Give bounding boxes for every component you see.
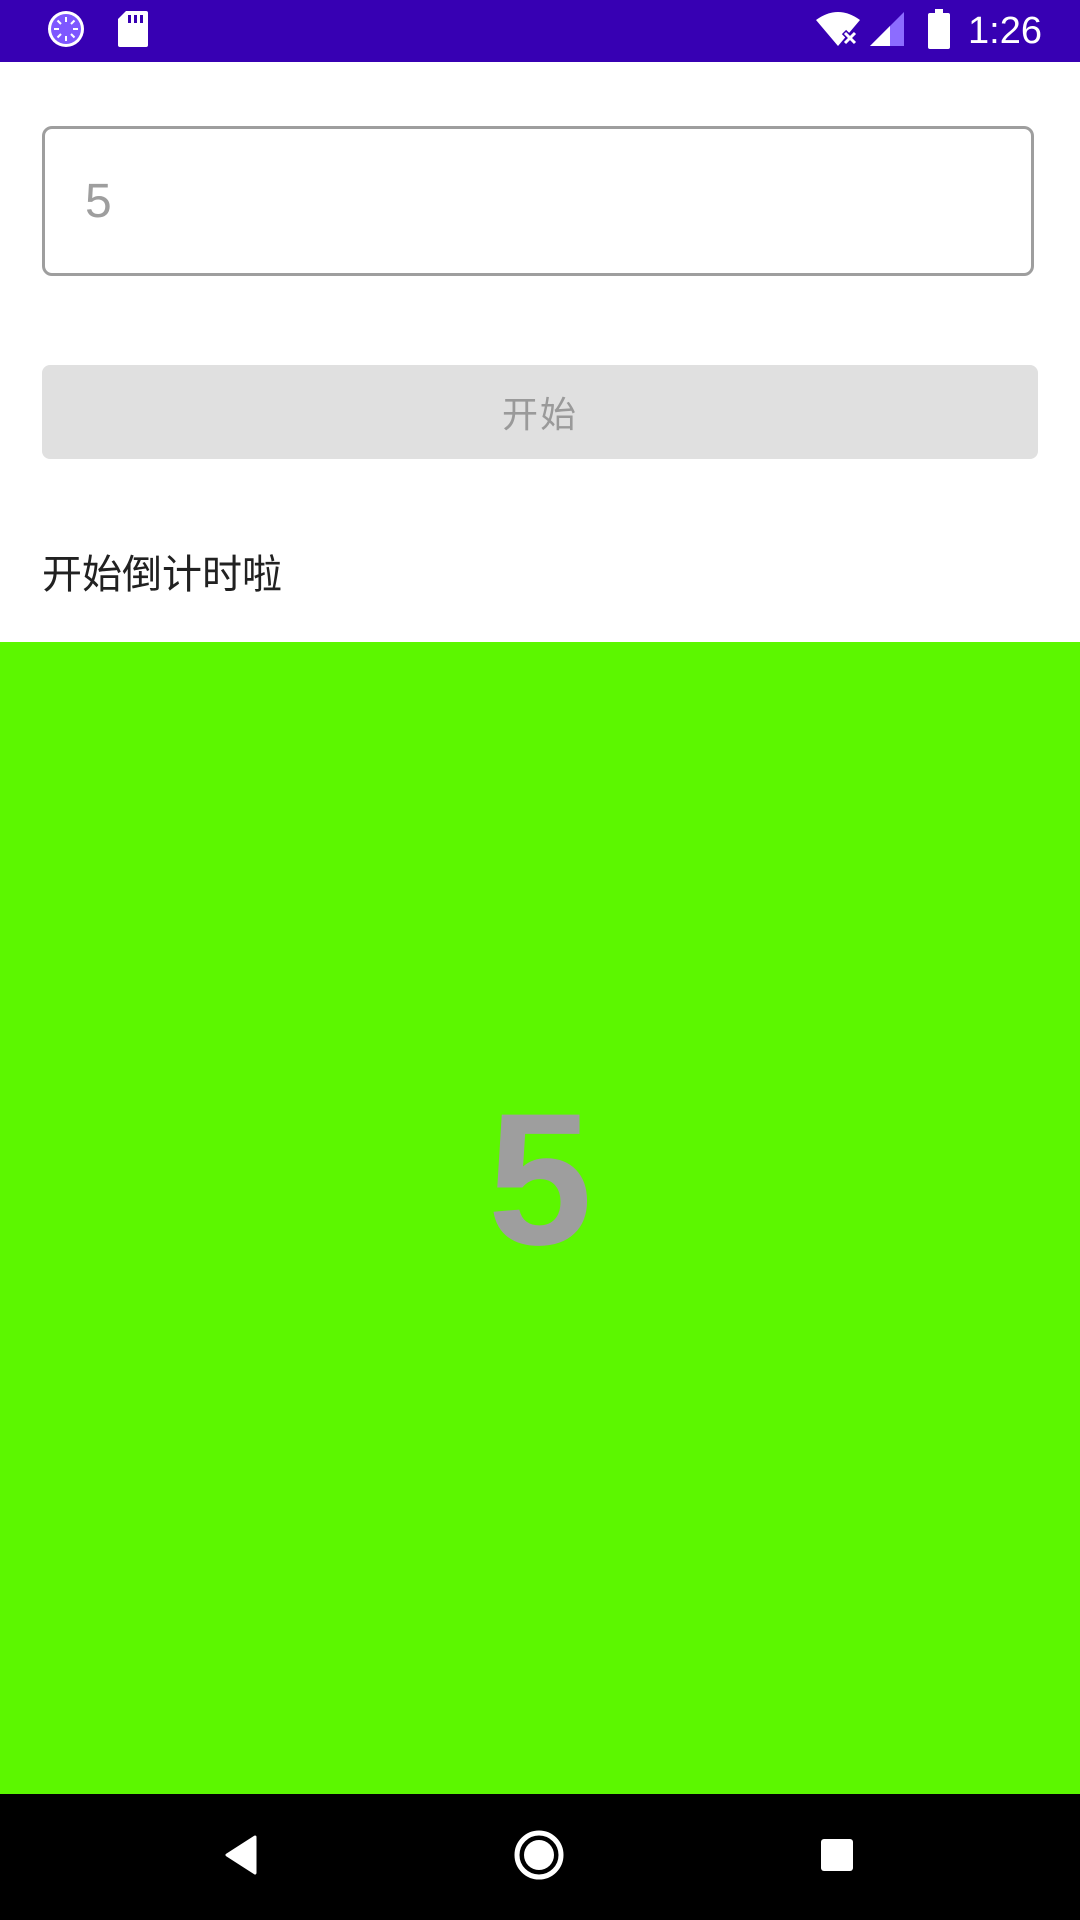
start-button-label: 开始 <box>501 395 578 436</box>
status-bar-right: 1:26 <box>814 8 1042 54</box>
app-screen: 1:26 5 开始 开始倒计时啦 5 <box>0 0 1080 1920</box>
countdown-number: 5 <box>487 1074 593 1284</box>
navigation-bar <box>0 1794 1080 1920</box>
sd-card-icon <box>116 9 150 53</box>
back-icon <box>223 1835 259 1879</box>
sync-icon <box>46 9 86 53</box>
start-button[interactable]: 开始 <box>42 365 1038 459</box>
signal-icon <box>868 10 906 52</box>
status-time: 1:26 <box>968 10 1042 52</box>
seconds-input-value: 5 <box>85 174 112 228</box>
recents-icon <box>819 1837 855 1877</box>
status-message: 开始倒计时啦 <box>42 552 282 598</box>
main-content: 5 开始 开始倒计时啦 <box>0 62 1080 1794</box>
home-icon <box>513 1829 565 1885</box>
status-bar-left <box>46 10 150 52</box>
status-bar: 1:26 <box>0 0 1080 62</box>
seconds-input[interactable]: 5 <box>42 126 1034 276</box>
battery-icon <box>928 9 951 53</box>
back-button[interactable] <box>208 1824 274 1890</box>
home-button[interactable] <box>506 1824 572 1890</box>
recents-button[interactable] <box>804 1824 870 1890</box>
wifi-off-icon <box>814 10 862 52</box>
